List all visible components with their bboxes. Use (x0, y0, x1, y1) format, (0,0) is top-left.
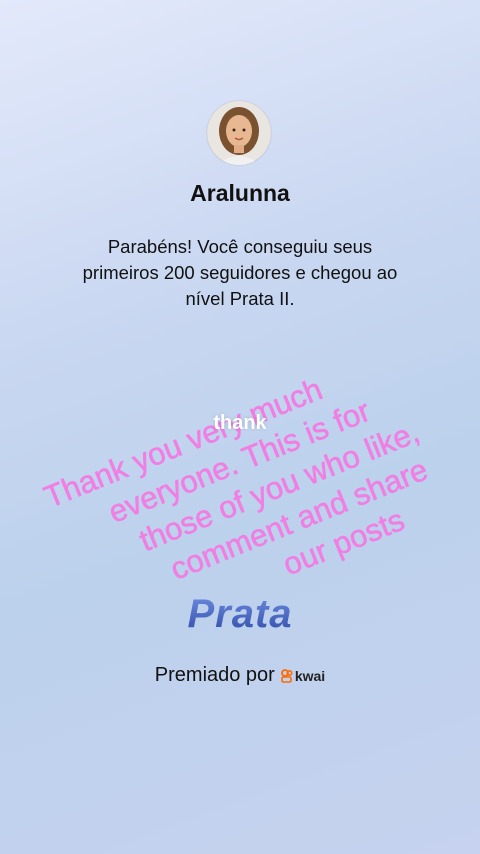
awarded-by: Premiado por kwai (0, 664, 480, 687)
kwai-icon (280, 668, 293, 683)
tier-name: Prata (0, 592, 480, 637)
username: Aralunna (190, 180, 290, 206)
kwai-logo: kwai (280, 667, 326, 684)
user-avatar-photo-icon (207, 101, 271, 165)
awarded-label: Premiado por (154, 664, 275, 686)
thank-caption: thank (213, 412, 267, 434)
kwai-brand-text: kwai (294, 667, 326, 684)
handwritten-overlay: Thank you very much everyone. This is fo… (20, 290, 460, 590)
avatar (207, 101, 271, 165)
